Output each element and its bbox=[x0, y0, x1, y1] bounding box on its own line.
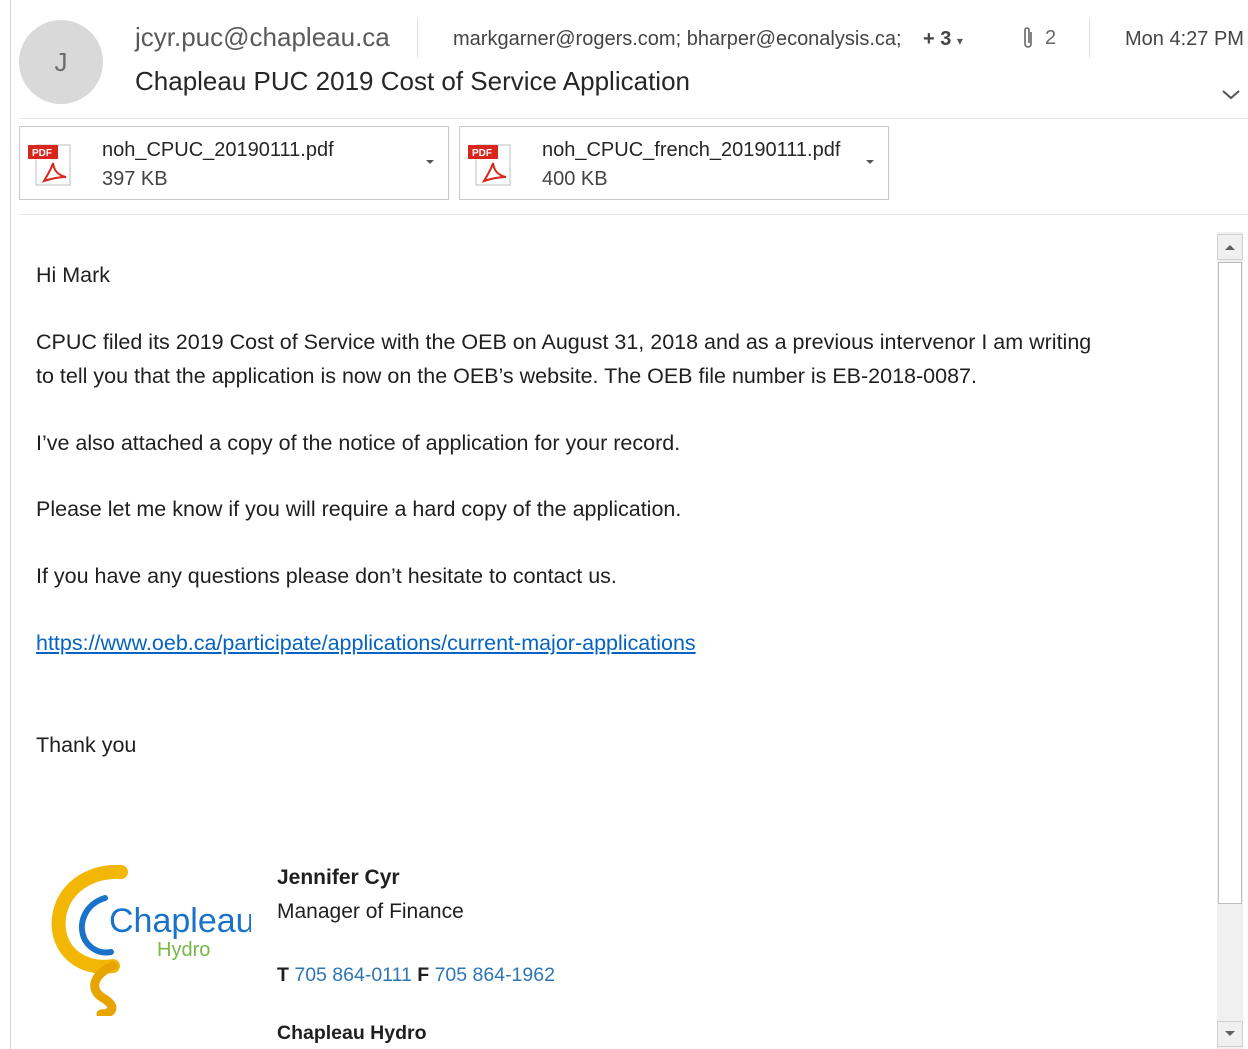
signature-contact: T 705 864-0111 F 705 864-1962 bbox=[277, 964, 555, 987]
header-separator bbox=[19, 118, 1248, 119]
attachment-name: noh_CPUC_french_20190111.pdf bbox=[542, 139, 841, 161]
body-paragraph: Please let me know if you will require a… bbox=[36, 497, 682, 521]
telephone-label: T bbox=[277, 964, 289, 986]
signature-title: Manager of Finance bbox=[277, 900, 464, 923]
fax-number[interactable]: 705 864-1962 bbox=[435, 964, 555, 986]
attachment-menu-chevron-icon[interactable] bbox=[424, 157, 436, 167]
body-paragraph: If you have any questions please don’t h… bbox=[36, 564, 617, 588]
svg-text:PDF: PDF bbox=[32, 148, 52, 159]
chapleau-hydro-logo: Chapleau Hydro bbox=[51, 864, 251, 1016]
received-time: Mon 4:27 PM bbox=[1125, 28, 1244, 50]
pdf-icon: PDF bbox=[28, 144, 71, 186]
attachment-count: 2 bbox=[1045, 26, 1057, 49]
logo-wordmark: Chapleau bbox=[109, 902, 251, 940]
scroll-thumb[interactable] bbox=[1218, 262, 1242, 904]
signature-name: Jennifer Cyr bbox=[277, 866, 400, 889]
expand-header-chevron-icon[interactable] bbox=[1219, 82, 1243, 106]
oeb-applications-link[interactable]: https://www.oeb.ca/participate/applicati… bbox=[36, 626, 696, 660]
arrow-up-icon bbox=[1225, 245, 1235, 250]
svg-text:PDF: PDF bbox=[472, 148, 492, 159]
sender-address[interactable]: jcyr.puc@chapleau.ca bbox=[135, 22, 390, 53]
fax-label: F bbox=[417, 964, 430, 986]
chevron-down-icon: ▾ bbox=[956, 34, 963, 48]
header-divider bbox=[417, 18, 418, 58]
attachment-menu-chevron-icon[interactable] bbox=[864, 157, 876, 167]
more-recipients-button[interactable]: + 3 ▾ bbox=[923, 28, 963, 51]
attachment-item[interactable]: PDF noh_CPUC_french_20190111.pdf 400 KB bbox=[459, 126, 889, 200]
arrow-down-icon bbox=[1225, 1031, 1235, 1036]
pdf-icon: PDF bbox=[468, 144, 511, 186]
attachment-item[interactable]: PDF noh_CPUC_20190111.pdf 397 KB bbox=[19, 126, 449, 200]
avatar-initial: J bbox=[54, 46, 68, 77]
body-greeting: Hi Mark bbox=[36, 263, 111, 287]
signature-company: Chapleau Hydro bbox=[277, 1022, 427, 1044]
attachment-size: 397 KB bbox=[102, 168, 168, 190]
header-divider bbox=[1089, 18, 1090, 58]
email-reading-pane: J jcyr.puc@chapleau.ca markgarner@rogers… bbox=[10, 0, 1248, 1049]
email-subject: Chapleau PUC 2019 Cost of Service Applic… bbox=[135, 66, 690, 96]
telephone-number[interactable]: 705 864-0111 bbox=[294, 964, 411, 986]
attachments-separator bbox=[19, 214, 1248, 215]
body-paragraph-line: CPUC filed its 2019 Cost of Service with… bbox=[36, 330, 1092, 354]
scroll-up-button[interactable] bbox=[1217, 234, 1243, 260]
scroll-down-button[interactable] bbox=[1217, 1021, 1243, 1047]
vertical-scrollbar[interactable] bbox=[1217, 232, 1243, 1049]
attachment-name: noh_CPUC_20190111.pdf bbox=[102, 139, 334, 161]
attachment-size: 400 KB bbox=[542, 168, 608, 190]
body-paragraph: I’ve also attached a copy of the notice … bbox=[36, 431, 681, 455]
body-closing: Thank you bbox=[36, 733, 137, 757]
logo-subtext: Hydro bbox=[157, 939, 210, 961]
recipients-list[interactable]: markgarner@rogers.com; bharper@econalysi… bbox=[453, 28, 902, 51]
paperclip-icon bbox=[1024, 27, 1032, 48]
attachments-indicator[interactable]: 2 bbox=[1021, 26, 1056, 50]
body-paragraph-line: to tell you that the application is now … bbox=[36, 364, 977, 388]
sender-avatar[interactable]: J bbox=[19, 20, 103, 104]
more-recipients-count: + 3 bbox=[923, 28, 952, 50]
